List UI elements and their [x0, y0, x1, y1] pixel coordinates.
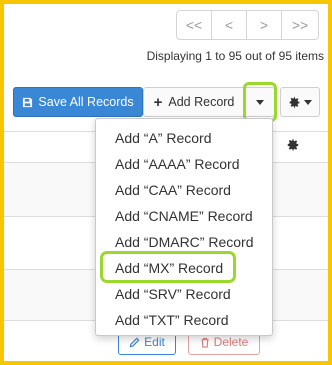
next-page-button[interactable]: >	[246, 10, 282, 40]
pagination-summary: Displaying 1 to 95 out of 95 items	[146, 49, 324, 63]
menu-item-add-aaaa-record[interactable]: Add “AAAA” Record	[96, 151, 272, 177]
delete-label: Delete	[213, 335, 249, 349]
save-all-records-button[interactable]: Save All Records	[13, 87, 143, 117]
add-record-button[interactable]: + Add Record	[143, 87, 245, 117]
floppy-disk-icon	[23, 97, 33, 107]
last-page-button[interactable]: >>	[281, 10, 319, 40]
column-settings-icon[interactable]	[286, 138, 300, 152]
previous-page-button[interactable]: <	[211, 10, 247, 40]
trash-icon	[200, 337, 209, 348]
menu-item-add-txt-record[interactable]: Add “TXT” Record	[96, 307, 272, 333]
highlight-dropdown-toggle	[243, 82, 277, 122]
dns-records-panel: << < > >> Displaying 1 to 95 out of 95 i…	[4, 4, 328, 361]
menu-item-add-srv-record[interactable]: Add “SRV” Record	[96, 281, 272, 307]
edit-label: Edit	[144, 335, 165, 349]
gear-icon	[289, 96, 300, 108]
first-page-button[interactable]: <<	[176, 10, 212, 40]
menu-item-add-a-record[interactable]: Add “A” Record	[96, 125, 272, 151]
menu-item-add-cname-record[interactable]: Add “CNAME” Record	[96, 203, 272, 229]
menu-item-add-caa-record[interactable]: Add “CAA” Record	[96, 177, 272, 203]
plus-icon: +	[153, 93, 163, 111]
add-record-label: Add Record	[168, 95, 235, 109]
highlight-mx-record	[100, 251, 236, 283]
add-record-menu: Add “A” Record Add “AAAA” Record Add “CA…	[95, 118, 273, 336]
pencil-icon	[129, 337, 140, 347]
settings-dropdown-button[interactable]	[280, 87, 320, 117]
save-all-records-label: Save All Records	[38, 95, 134, 109]
pagination: << < > >>	[176, 10, 319, 40]
caret-down-icon	[304, 99, 312, 105]
